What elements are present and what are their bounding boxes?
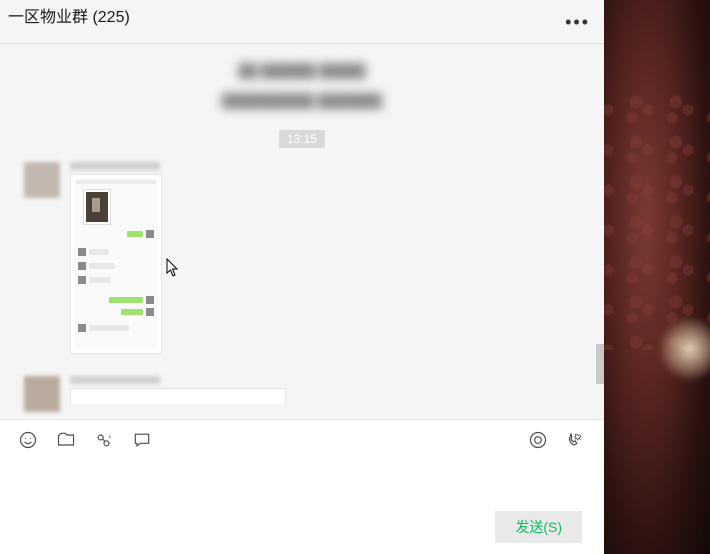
system-message: ██████████ ███████ <box>0 92 604 110</box>
scrollbar-thumb[interactable] <box>596 344 604 384</box>
screenshot-icon[interactable] <box>94 430 114 450</box>
input-panel: 发送(S) <box>0 419 604 554</box>
avatar[interactable] <box>24 376 60 412</box>
send-button[interactable]: 发送(S) <box>495 511 582 543</box>
avatar[interactable] <box>24 162 60 198</box>
chat-header: 一区物业群 (225) ••• <box>0 0 604 44</box>
chat-title: 一区物业群 (225) <box>8 0 130 32</box>
file-icon[interactable] <box>56 430 76 450</box>
timestamp-row: 13:15 <box>0 130 604 148</box>
input-toolbar <box>0 420 604 460</box>
chat-pane: 一区物业群 (225) ••• ██ ██████ █████ ████████… <box>0 0 604 554</box>
sender-name <box>70 376 160 384</box>
system-message: ██ ██████ █████ <box>0 62 604 80</box>
message-input[interactable] <box>0 460 604 510</box>
chat-history-icon[interactable] <box>132 430 152 450</box>
more-menu-icon[interactable]: ••• <box>565 0 590 44</box>
image-message-thumbnail[interactable] <box>70 388 286 404</box>
message-row <box>0 148 604 354</box>
message-content <box>70 162 162 354</box>
sender-name <box>70 162 160 170</box>
image-message-thumbnail[interactable] <box>70 174 162 354</box>
voice-call-icon[interactable] <box>528 430 548 450</box>
video-call-icon[interactable] <box>566 430 586 450</box>
timestamp-badge: 13:15 <box>279 130 325 148</box>
background-image-strip <box>604 0 710 554</box>
message-list[interactable]: ██ ██████ █████ ██████████ ███████ 13:15 <box>0 44 604 419</box>
message-content <box>70 376 286 404</box>
emoji-icon[interactable] <box>18 430 38 450</box>
message-row <box>0 354 604 412</box>
